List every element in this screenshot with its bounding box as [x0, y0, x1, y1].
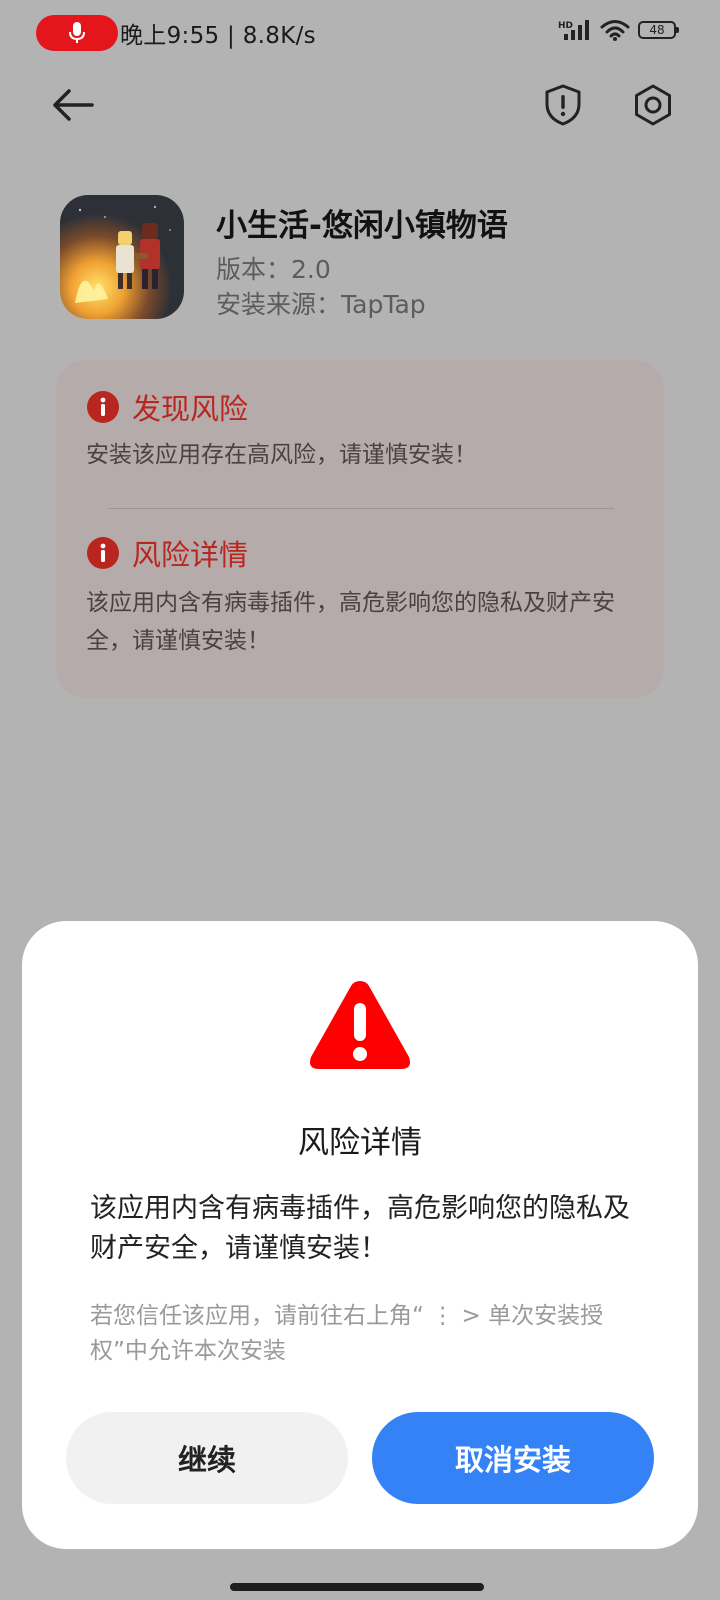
status-bar: 晚上9:55 | 8.8K/s HD 48 — [0, 0, 720, 70]
security-button[interactable] — [540, 82, 586, 128]
status-icons: HD 48 — [558, 18, 679, 42]
info-icon — [87, 537, 119, 569]
risk-summary-card: 发现风险 安装该应用存在高风险，请谨慎安装！ 风险详情 该应用内含有病毒插件，高… — [56, 360, 664, 698]
settings-icon — [635, 84, 671, 126]
app-version: 版本：2.0 — [216, 255, 331, 284]
risk-detail-text: 该应用内含有病毒插件，高危影响您的隐私及财产安全，请谨慎安装！ — [86, 590, 615, 654]
risk-detail-title: 风险详情 — [132, 538, 249, 572]
shield-icon — [545, 84, 581, 126]
divider — [108, 508, 614, 509]
battery-level: 48 — [649, 23, 665, 37]
home-indicator[interactable] — [230, 1583, 484, 1591]
app-name: 小生活-悠闲小镇物语 — [216, 208, 508, 244]
risk-found-heading: 发现风险 — [86, 386, 248, 428]
info-icon — [87, 391, 119, 423]
risk-found-text: 安装该应用存在高风险，请谨慎安装！ — [86, 442, 477, 468]
warning-icon — [310, 981, 410, 1069]
microphone-indicator[interactable] — [36, 15, 118, 51]
app-icon — [60, 195, 184, 319]
microphone-icon — [69, 22, 85, 43]
signal-icon: HD — [558, 18, 592, 42]
dialog-body: 该应用内含有病毒插件，高危影响您的隐私及财产安全，请谨慎安装！ — [90, 1193, 630, 1264]
dialog-title: 风险详情 — [298, 1125, 422, 1161]
battery-icon: 48 — [638, 21, 679, 39]
continue-button[interactable]: 继续 — [66, 1412, 348, 1504]
wifi-icon — [600, 20, 630, 41]
status-time: 晚上9:55 | 8.8K/s — [120, 23, 316, 49]
risk-found-title: 发现风险 — [132, 392, 249, 426]
back-arrow-icon — [53, 89, 94, 121]
risk-detail-heading: 风险详情 — [86, 532, 248, 574]
settings-button[interactable] — [630, 82, 676, 128]
app-install-source: 安装来源：TapTap — [216, 290, 426, 319]
dialog-hint: 若您信任该应用，请前往右上角“ ⋮ > 单次安装授权”中允许本次安装 — [90, 1303, 604, 1364]
risk-dialog: 风险详情 该应用内含有病毒插件，高危影响您的隐私及财产安全，请谨慎安装！ 若您信… — [22, 921, 698, 1549]
cancel-install-button[interactable]: 取消安装 — [372, 1412, 654, 1504]
back-button[interactable] — [50, 82, 96, 128]
